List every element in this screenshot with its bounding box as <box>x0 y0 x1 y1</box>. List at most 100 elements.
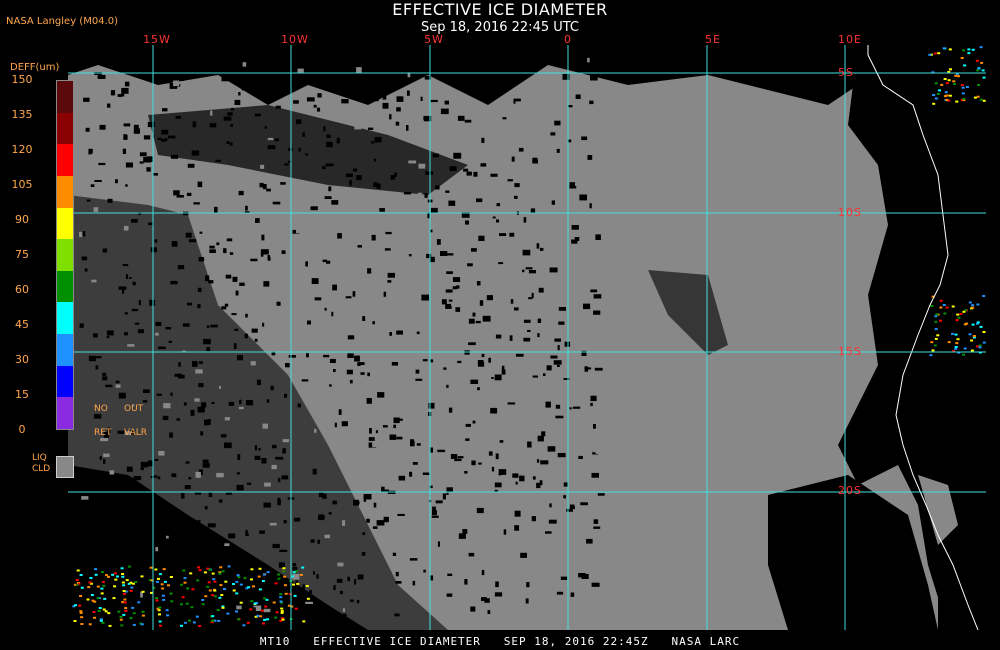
pixel <box>564 341 571 347</box>
pixel <box>420 96 423 101</box>
pixel <box>455 307 461 312</box>
pixel <box>122 590 126 592</box>
liquid-cloud-swatch <box>56 456 74 478</box>
pixel <box>383 516 389 523</box>
pixel <box>554 120 561 126</box>
pixel <box>129 617 133 620</box>
pixel <box>520 552 527 558</box>
pixel <box>389 332 392 336</box>
pixel <box>102 608 106 611</box>
pixel <box>366 68 371 72</box>
pixel <box>255 218 260 223</box>
pixel <box>121 581 125 584</box>
pixel <box>337 562 344 567</box>
pixel <box>537 435 544 442</box>
pixel <box>234 99 241 105</box>
pixel <box>186 192 192 196</box>
pixel <box>497 606 504 611</box>
pixel <box>169 432 173 438</box>
pixel <box>503 529 507 535</box>
pixel <box>333 369 336 372</box>
pixel <box>412 462 418 465</box>
pixel <box>197 181 203 188</box>
pixel <box>326 374 332 378</box>
pixel <box>229 252 234 255</box>
pixel <box>122 264 129 267</box>
pixel <box>250 578 253 581</box>
pixel <box>277 499 281 506</box>
pixel <box>245 313 248 318</box>
pixel <box>557 364 560 367</box>
pixel <box>982 99 986 102</box>
pixel <box>979 46 983 49</box>
pixel <box>386 76 390 81</box>
pixel <box>939 299 943 302</box>
pixel <box>184 485 191 489</box>
pixel <box>942 47 946 50</box>
pixel <box>281 475 289 480</box>
pixel <box>235 290 239 296</box>
pixel <box>166 584 170 587</box>
pixel <box>406 125 409 131</box>
pixel <box>79 231 83 238</box>
pixel <box>92 611 96 614</box>
pixel <box>963 347 967 350</box>
pixel <box>578 573 586 578</box>
pixel <box>107 575 110 578</box>
pixel <box>416 331 420 335</box>
pixel <box>75 579 79 581</box>
pixel <box>159 624 162 627</box>
pixel <box>102 584 106 587</box>
pixel <box>446 492 449 495</box>
pixel <box>91 153 97 157</box>
pixel <box>236 484 244 491</box>
pixel <box>294 607 298 610</box>
pixel <box>143 157 151 163</box>
pixel <box>274 616 278 619</box>
pixel <box>933 344 937 347</box>
pixel <box>137 601 141 604</box>
pixel <box>242 624 246 627</box>
pixel <box>547 226 555 229</box>
pixel <box>237 618 241 621</box>
pixel <box>507 179 513 182</box>
pixel <box>163 55 170 58</box>
lon-label-10e: 10E <box>838 33 862 46</box>
pixel <box>516 353 524 357</box>
pixel <box>216 472 224 478</box>
pixel <box>120 624 124 627</box>
pixel <box>169 542 174 547</box>
pixel <box>515 481 518 485</box>
pixel <box>249 69 254 73</box>
pixel <box>448 299 453 302</box>
pixel <box>224 580 228 583</box>
pixel <box>187 163 195 168</box>
pixel <box>195 471 201 478</box>
pixel <box>949 68 952 71</box>
pixel <box>333 585 336 591</box>
pixel <box>107 612 111 615</box>
pixel <box>281 618 285 621</box>
pixel <box>210 553 216 558</box>
pixel <box>349 180 352 186</box>
pixel <box>235 592 239 595</box>
pixel <box>122 289 125 294</box>
pixel <box>110 90 116 96</box>
pixel <box>414 420 417 425</box>
pixel <box>297 68 304 73</box>
pixel <box>280 610 284 613</box>
pixel <box>115 384 121 388</box>
pixel <box>341 89 346 92</box>
pixel <box>934 82 938 85</box>
pixel <box>342 520 346 526</box>
pixel <box>403 192 412 195</box>
pixel <box>446 593 453 597</box>
pixel <box>579 187 585 192</box>
pixel <box>382 425 388 428</box>
pixel <box>957 316 961 319</box>
pixel <box>581 363 585 368</box>
pixel <box>523 319 531 323</box>
pixel <box>523 217 527 223</box>
pixel <box>262 573 266 576</box>
pixel <box>463 168 469 172</box>
